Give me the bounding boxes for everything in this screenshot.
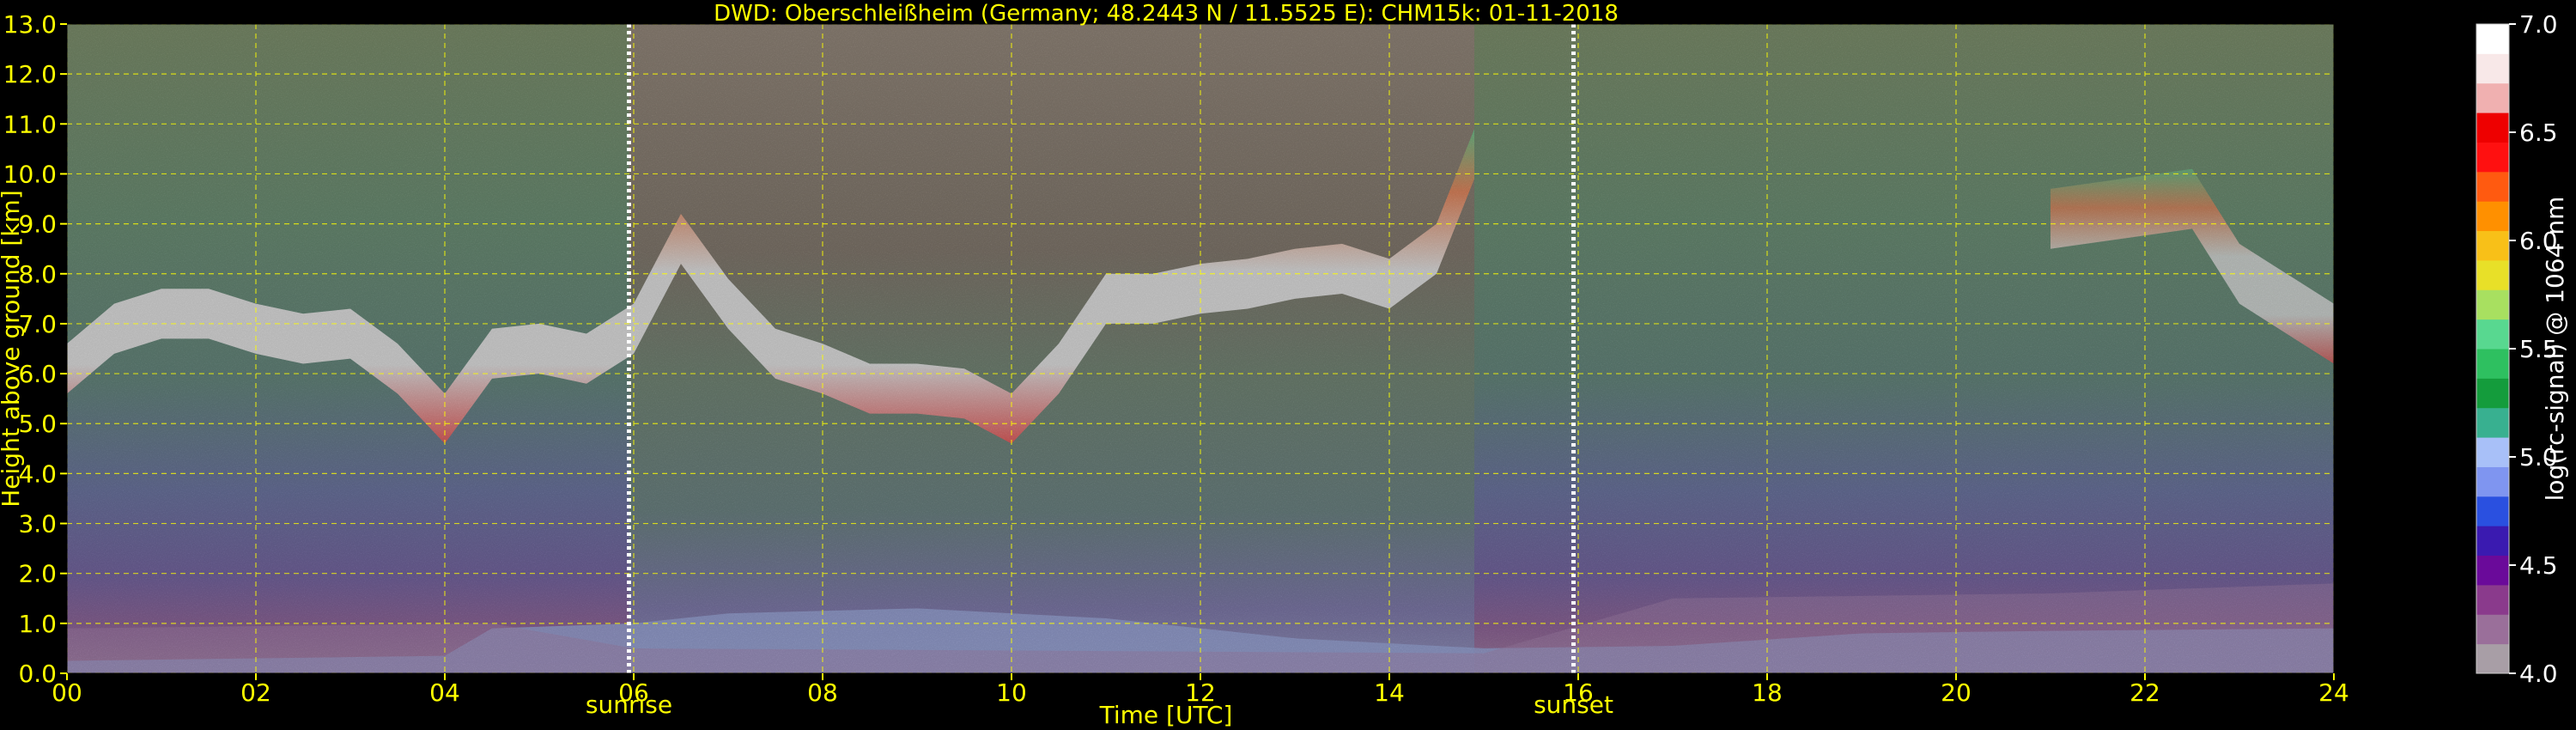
colorbar-tick-label: 7.0 bbox=[2519, 10, 2558, 39]
colorbar-swatch bbox=[2476, 555, 2509, 586]
colorbar-label: log(rc-signal) @ 1064 nm bbox=[2541, 197, 2569, 502]
y-tick-label: 9.0 bbox=[18, 210, 57, 239]
colorbar-swatch bbox=[2476, 171, 2509, 202]
x-tick-label: 24 bbox=[2318, 678, 2349, 707]
x-tick-label: 10 bbox=[996, 678, 1027, 707]
colorbar-tick-label: 6.5 bbox=[2519, 119, 2558, 147]
colorbar-swatch bbox=[2476, 496, 2509, 526]
marker-label-sunrise: sunrise bbox=[586, 690, 672, 719]
x-tick-label: 02 bbox=[240, 678, 271, 707]
x-tick-label: 14 bbox=[1374, 678, 1405, 707]
colorbar: 4.04.55.05.56.06.57.0 log(rc-signal) @ 1… bbox=[2476, 10, 2569, 688]
colorbar-swatch bbox=[2476, 113, 2509, 143]
colorbar-swatch bbox=[2476, 82, 2509, 113]
y-tick-label: 2.0 bbox=[18, 560, 57, 588]
y-tick-label: 10.0 bbox=[3, 160, 57, 188]
y-tick-label: 11.0 bbox=[3, 110, 57, 138]
colorbar-tick-label: 4.0 bbox=[2519, 660, 2558, 688]
colorbar-swatch bbox=[2476, 230, 2509, 261]
colorbar-swatch bbox=[2476, 259, 2509, 290]
y-tick-label: 0.0 bbox=[18, 660, 57, 688]
colorbar-swatch bbox=[2476, 466, 2509, 497]
y-tick-label: 6.0 bbox=[18, 360, 57, 388]
x-tick-label: 08 bbox=[807, 678, 838, 707]
y-tick-label: 7.0 bbox=[18, 310, 57, 338]
colorbar-swatch bbox=[2476, 407, 2509, 438]
lidar-ceilometer-chart: DWD: Oberschleißheim (Germany; 48.2443 N… bbox=[0, 1, 2569, 729]
colorbar-swatch bbox=[2476, 53, 2509, 84]
colorbar-swatch bbox=[2476, 526, 2509, 557]
y-tick-label: 1.0 bbox=[18, 610, 57, 638]
x-axis-ticks: 00 02 04 06 08 10 12 14 16 18 20 22 24 bbox=[52, 673, 2349, 707]
x-tick-label: 22 bbox=[2129, 678, 2160, 707]
colorbar-swatch bbox=[2476, 437, 2509, 467]
y-tick-label: 4.0 bbox=[18, 459, 57, 488]
y-tick-label: 8.0 bbox=[18, 260, 57, 289]
colorbar-swatch bbox=[2476, 142, 2509, 173]
colorbar-swatch bbox=[2476, 24, 2509, 54]
chart-title: DWD: Oberschleißheim (Germany; 48.2443 N… bbox=[714, 1, 1619, 27]
colorbar-tick-label: 4.5 bbox=[2519, 551, 2558, 580]
colorbar-swatch bbox=[2476, 349, 2509, 379]
colorbar-swatch bbox=[2476, 201, 2509, 232]
colorbar-swatch bbox=[2476, 289, 2509, 320]
y-tick-label: 3.0 bbox=[18, 510, 57, 538]
y-tick-label: 12.0 bbox=[3, 60, 57, 88]
x-tick-label: 18 bbox=[1752, 678, 1783, 707]
x-tick-label: 04 bbox=[429, 678, 460, 707]
colorbar-swatch bbox=[2476, 378, 2509, 409]
y-tick-label: 13.0 bbox=[3, 10, 57, 39]
y-tick-label: 5.0 bbox=[18, 410, 57, 438]
colorbar-swatch bbox=[2476, 643, 2509, 674]
colorbar-swatch bbox=[2476, 319, 2509, 350]
plot-area bbox=[67, 24, 2334, 673]
colorbar-swatch bbox=[2476, 584, 2509, 615]
x-tick-label: 12 bbox=[1185, 678, 1216, 707]
colorbar-swatches bbox=[2476, 24, 2509, 674]
colorbar-swatch bbox=[2476, 614, 2509, 645]
x-tick-label: 20 bbox=[1941, 678, 1971, 707]
marker-label-sunset: sunset bbox=[1534, 690, 1613, 719]
